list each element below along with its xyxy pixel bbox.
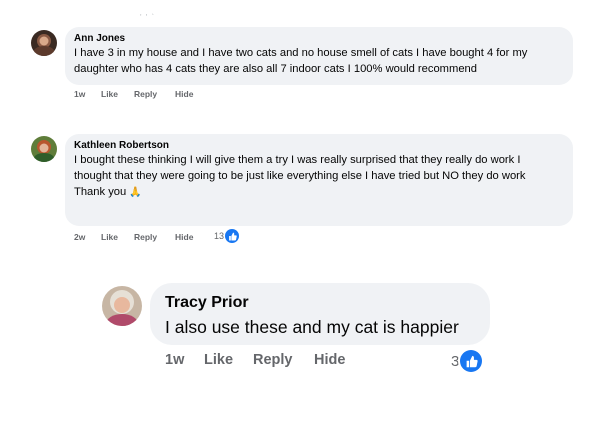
like-button[interactable]: Like	[204, 352, 253, 368]
avatar[interactable]	[102, 286, 142, 326]
reply-button[interactable]: Reply	[134, 232, 175, 242]
hide-button[interactable]: Hide	[175, 89, 193, 99]
hide-button[interactable]: Hide	[314, 352, 345, 368]
reaction-count-badge[interactable]: 13	[214, 229, 240, 243]
comment-author[interactable]: Ann Jones	[74, 33, 564, 45]
avatar[interactable]	[31, 136, 57, 162]
comment-time[interactable]: 1w	[165, 352, 204, 368]
hide-button[interactable]: Hide	[175, 232, 193, 242]
comment-time[interactable]: 1w	[74, 89, 101, 99]
reaction-count-badge[interactable]: 3	[451, 350, 483, 372]
thumbs-up-icon	[225, 229, 240, 243]
avatar[interactable]	[31, 30, 57, 56]
comment-actions: 1w Like Reply Hide	[74, 89, 193, 99]
comment-author[interactable]: Kathleen Robertson	[74, 140, 564, 152]
comment-actions: 1w Like Reply Hide	[165, 352, 345, 368]
comment-actions: 2w Like Reply Hide	[74, 232, 193, 242]
reaction-count: 3	[451, 352, 460, 370]
reply-button[interactable]: Reply	[134, 89, 175, 99]
like-button[interactable]: Like	[101, 232, 134, 242]
avatar-image	[31, 30, 57, 56]
comment-text: I have 3 in my house and I have two cats…	[74, 47, 528, 75]
avatar-image	[102, 286, 142, 326]
comment-text: I also use these and my cat is happier	[165, 317, 459, 337]
reaction-count: 13	[214, 231, 225, 241]
previous-comment-fragment: ' ' ˋ	[140, 13, 156, 22]
comment-text-signoff: Thank you 🙏	[74, 184, 564, 201]
comment-author[interactable]: Tracy Prior	[165, 293, 476, 313]
avatar-image	[31, 136, 57, 162]
comment-bubble: Tracy Prior I also use these and my cat …	[150, 283, 490, 345]
comment-text: I bought these thinking I will give them…	[74, 154, 526, 182]
comment-bubble: Kathleen Robertson I bought these thinki…	[65, 134, 573, 226]
reply-button[interactable]: Reply	[253, 352, 314, 368]
thumbs-up-icon	[460, 350, 483, 372]
comment-bubble: Ann Jones I have 3 in my house and I hav…	[65, 27, 573, 85]
comment-text-thanks: Thank you	[74, 186, 127, 198]
like-button[interactable]: Like	[101, 89, 134, 99]
folded-hands-emoji: 🙏	[129, 187, 142, 198]
comment-time[interactable]: 2w	[74, 232, 101, 242]
